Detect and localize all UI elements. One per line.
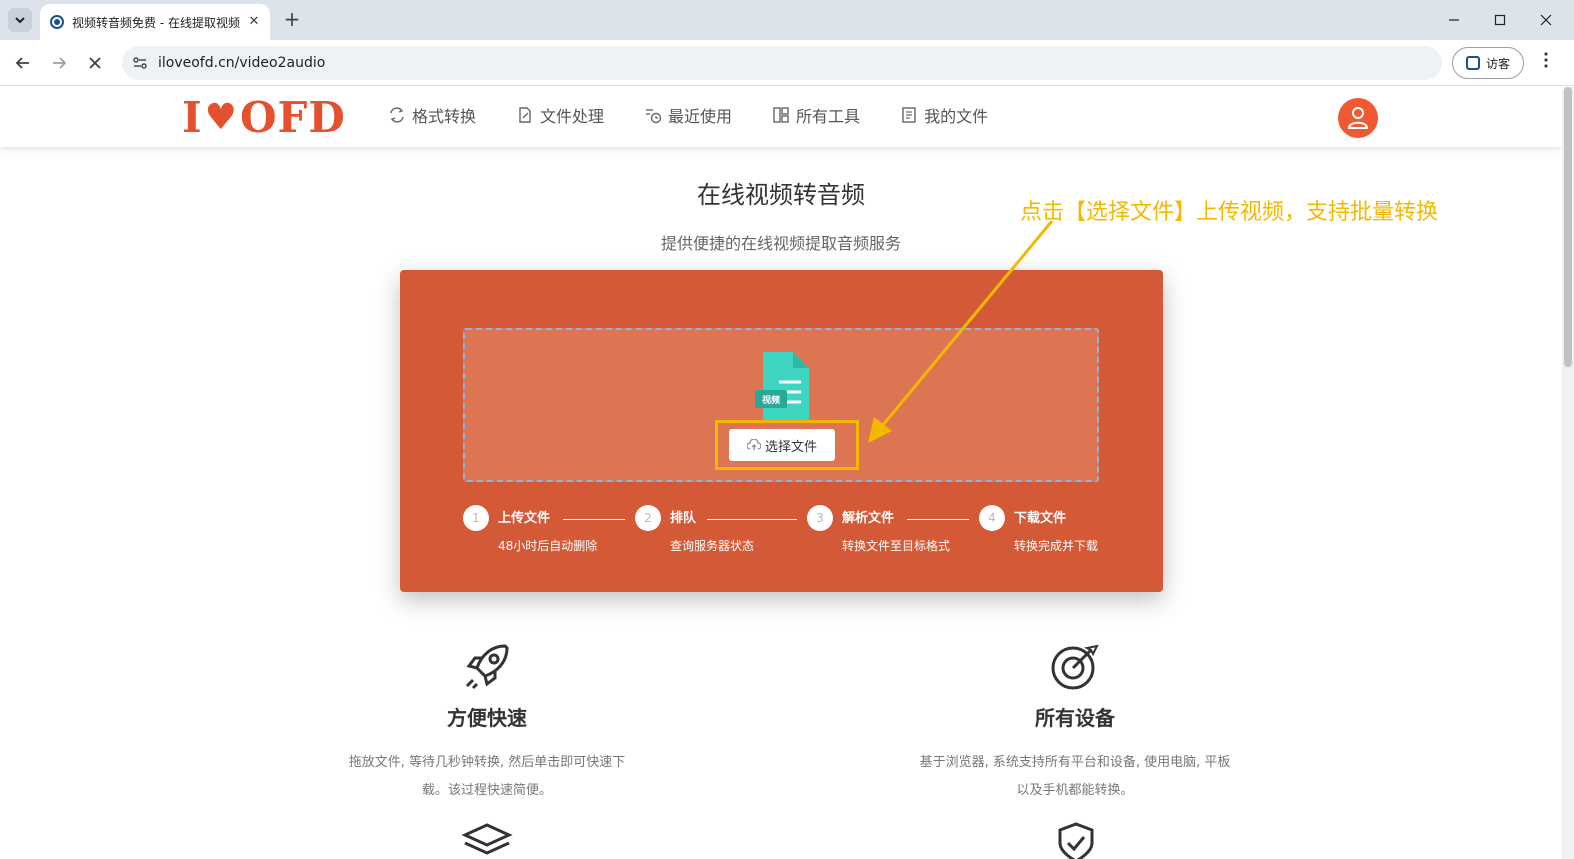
nav-label: 格式转换: [412, 107, 477, 126]
browser-tab[interactable]: 视频转音频免费 - 在线提取视频 ✕: [40, 4, 270, 40]
step-title: 上传文件: [498, 511, 551, 526]
new-tab-button[interactable]: +: [280, 8, 304, 32]
tab-title: 视频转音频免费 - 在线提取视频: [72, 15, 240, 30]
step-title: 下载文件: [1014, 511, 1067, 526]
forward-button[interactable]: [46, 50, 72, 76]
step-description: 转换完成并下载: [1014, 539, 1099, 553]
nav-file-process[interactable]: 文件处理: [516, 103, 604, 127]
feature-fast: 方便快速 拖放文件, 等待几秒钟转换, 然后单击即可快速下载。该过程快速简便。: [327, 640, 647, 805]
minimize-icon: [1449, 19, 1459, 21]
browser-menu-button[interactable]: [1536, 52, 1556, 74]
minimize-button[interactable]: [1434, 6, 1474, 34]
nav-label: 最近使用: [668, 107, 733, 126]
grid-icon: [773, 107, 789, 123]
site-settings-icon[interactable]: [132, 55, 148, 71]
feature-all-devices: 所有设备 基于浏览器, 系统支持所有平台和设备, 使用电脑, 平板以及手机都能转…: [915, 640, 1235, 805]
annotation-callout: 点击【选择文件】上传视频，支持批量转换: [1020, 200, 1439, 225]
feature-description: 拖放文件, 等待几秒钟转换, 然后单击即可快速下载。该过程快速简便。: [348, 755, 626, 798]
nav-label: 我的文件: [924, 107, 989, 126]
arrow-right-icon: [53, 57, 67, 69]
user-account-button[interactable]: [1338, 98, 1378, 138]
rocket-icon: [465, 644, 509, 690]
nav-label: 文件处理: [540, 107, 605, 126]
chevron-down-icon: [15, 17, 25, 24]
nav-my-files[interactable]: 我的文件: [900, 103, 988, 127]
logo-text-right: OFD: [239, 92, 346, 142]
feature-title: 方便快速: [447, 706, 527, 730]
site-logo[interactable]: I ♥ OFD: [182, 92, 346, 142]
nav-label: 所有工具: [796, 107, 861, 126]
convert-icon: [390, 107, 404, 123]
nav-format-convert[interactable]: 格式转换: [388, 103, 476, 127]
more-vertical-icon: [1544, 52, 1548, 68]
step-number: 3: [807, 505, 833, 531]
video-file-icon: [755, 352, 809, 420]
profile-icon: [1465, 56, 1480, 70]
address-bar[interactable]: iloveofd.cn/video2audio: [122, 46, 1442, 80]
maximize-button[interactable]: [1480, 6, 1520, 34]
url-text: iloveofd.cn/video2audio: [158, 55, 326, 71]
step-description: 48小时后自动删除: [498, 539, 598, 553]
annotation-arrow-icon: [868, 220, 1054, 443]
feature-title: 所有设备: [1035, 706, 1115, 730]
feature-description: 基于浏览器, 系统支持所有平台和设备, 使用电脑, 平板以及手机都能转换。: [919, 755, 1231, 798]
web-page: I ♥ OFD 格式转换 文件处理 最近使用 所有工具 我的文件 在线视频转音频…: [0, 87, 1562, 859]
step-title: 排队: [670, 511, 697, 526]
edit-file-icon: [519, 107, 531, 123]
browser-toolbar: iloveofd.cn/video2audio 访客: [0, 40, 1574, 86]
nav-all-tools[interactable]: 所有工具: [772, 103, 860, 127]
logo-text-left: I: [182, 92, 203, 142]
site-header: I ♥ OFD 格式转换 文件处理 最近使用 所有工具 我的文件: [0, 87, 1562, 147]
conversion-steps: 1 上传文件 48小时后自动删除 2 排队 查询服务器状态 3 解析文件 转换文…: [463, 505, 1123, 565]
profile-label: 访客: [1485, 56, 1510, 71]
history-icon: [646, 109, 662, 124]
file-badge-label: 视频: [761, 396, 780, 406]
browser-tab-bar: 视频转音频免费 - 在线提取视频 ✕ +: [0, 0, 1574, 40]
layers-icon: [461, 823, 513, 855]
scrollbar-thumb[interactable]: [1564, 87, 1572, 367]
tab-search-button[interactable]: [8, 8, 32, 32]
select-file-button[interactable]: 选择文件: [729, 429, 835, 461]
close-icon: [89, 57, 101, 69]
back-button[interactable]: [10, 50, 36, 76]
select-file-label: 选择文件: [764, 439, 817, 455]
step-connector: [707, 519, 797, 520]
step-title: 解析文件: [842, 511, 895, 526]
step-number: 2: [635, 505, 661, 531]
close-icon: [1540, 14, 1552, 26]
maximize-icon: [1494, 14, 1506, 26]
stop-loading-button[interactable]: [82, 50, 108, 76]
step-connector: [907, 519, 969, 520]
profile-button[interactable]: 访客: [1452, 47, 1524, 79]
site-favicon-icon: [50, 15, 64, 29]
step-connector: [563, 519, 625, 520]
document-icon: [902, 107, 916, 123]
close-tab-icon[interactable]: ✕: [246, 14, 262, 30]
main-nav: 格式转换 文件处理 最近使用 所有工具 我的文件: [388, 103, 988, 127]
nav-recent[interactable]: 最近使用: [644, 103, 732, 127]
page-scrollbar[interactable]: [1562, 87, 1574, 859]
heart-icon: ♥: [204, 96, 238, 138]
user-icon: [1347, 107, 1369, 129]
step-number: 1: [463, 505, 489, 531]
step-number: 4: [979, 505, 1005, 531]
target-icon: [1051, 644, 1099, 690]
page-subtitle: 提供便捷的在线视频提取音频服务: [660, 234, 901, 253]
step-description: 查询服务器状态: [670, 539, 755, 553]
step-description: 转换文件至目标格式: [842, 539, 951, 553]
shield-icon: [1058, 822, 1094, 859]
close-window-button[interactable]: [1526, 6, 1566, 34]
cloud-upload-icon: [746, 439, 761, 450]
arrow-left-icon: [15, 57, 29, 69]
